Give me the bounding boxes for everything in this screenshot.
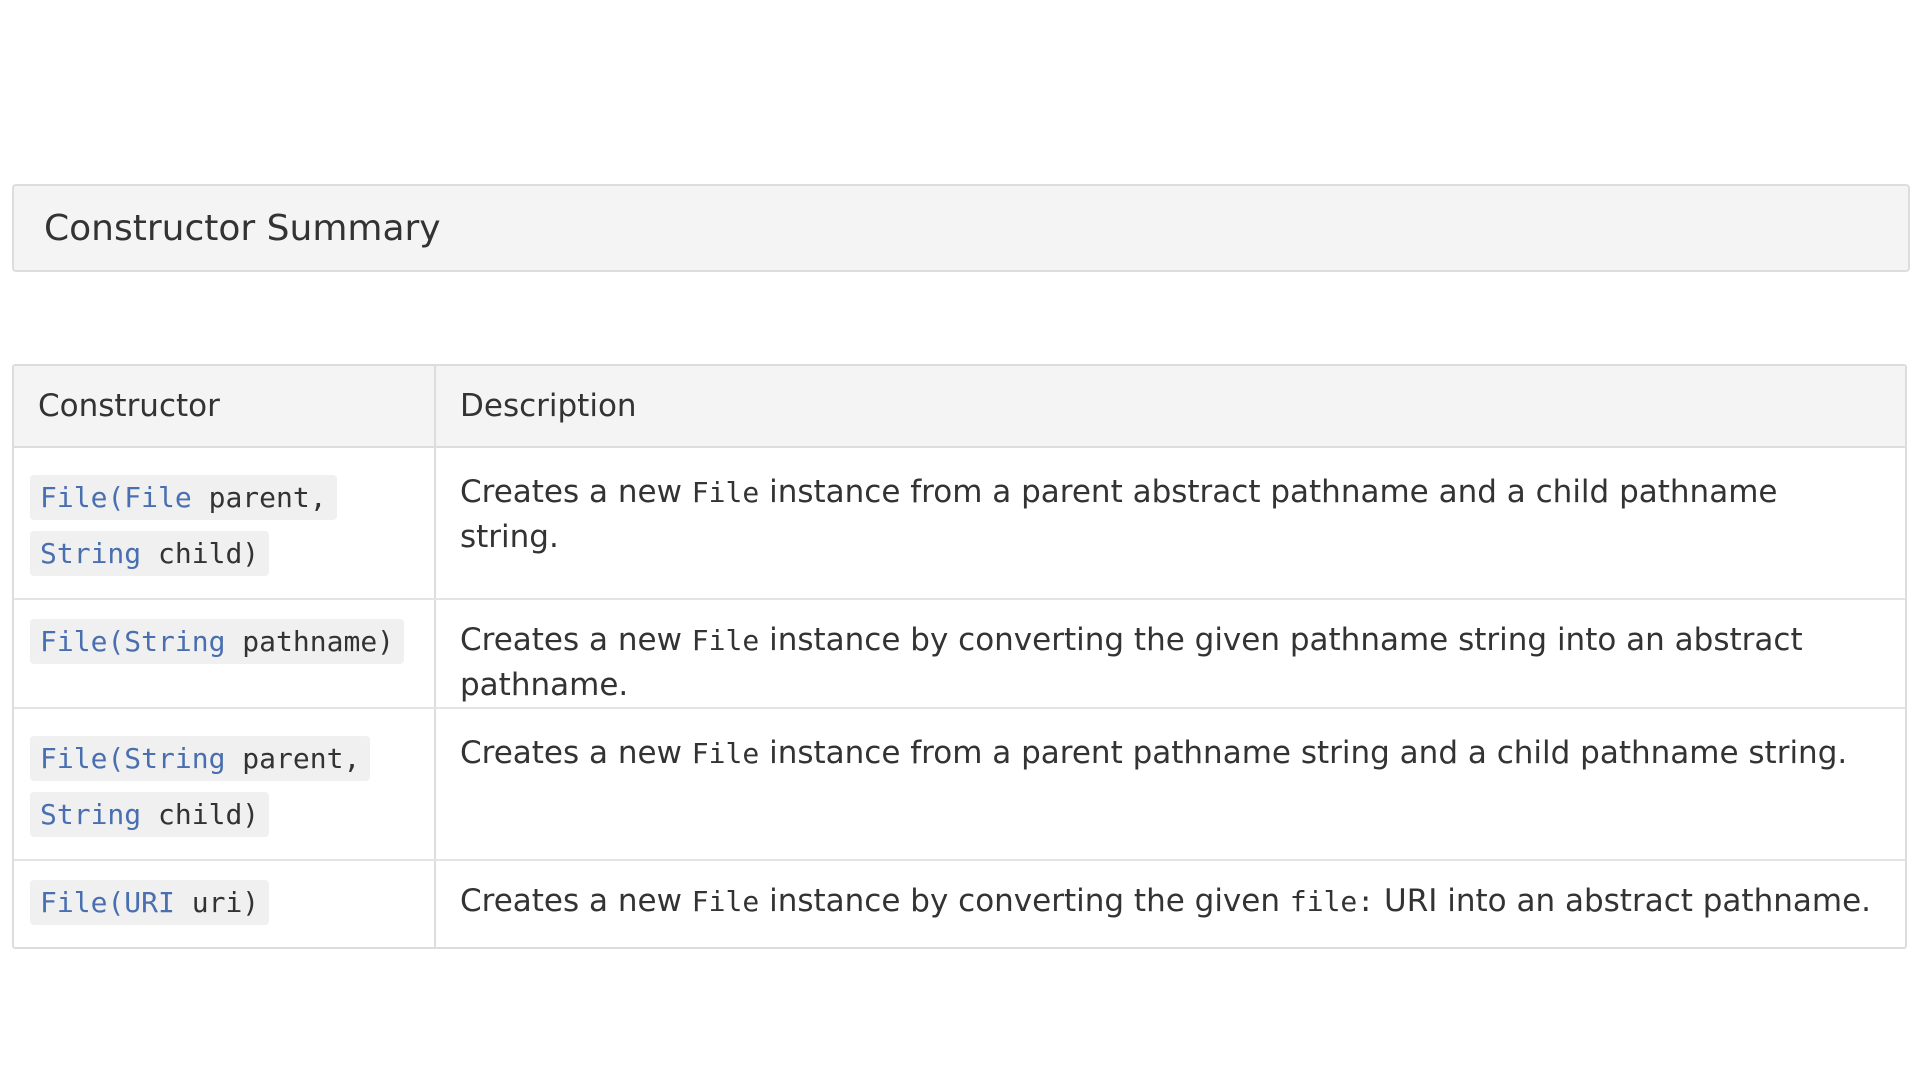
signature-token: parent, <box>208 481 327 514</box>
signature-token: parent, <box>242 742 361 775</box>
description-text: instance by converting the given <box>759 883 1290 919</box>
signature-token[interactable]: String <box>40 537 141 570</box>
description-text: Creates a new <box>460 883 692 919</box>
description-code: file: <box>1289 885 1375 918</box>
signature-token: ( <box>107 625 125 658</box>
description-text: instance from a parent pathname string a… <box>759 735 1848 771</box>
description-code: File <box>691 624 760 657</box>
table-header-row: Constructor Description <box>14 366 1905 448</box>
constructor-cell: File(File parent, String child) <box>14 447 436 600</box>
description-text: Creates a new <box>460 622 692 658</box>
table-row: File(URI uri) Creates a new File instanc… <box>14 860 1905 947</box>
description-code: File <box>691 737 760 770</box>
description-cell: Creates a new File instance from a paren… <box>435 708 1905 861</box>
description-code: File <box>691 885 760 918</box>
signature-token: pathname) <box>225 625 395 658</box>
column-header-constructor: Constructor <box>14 366 436 448</box>
description-cell: Creates a new File instance by convertin… <box>435 599 1905 709</box>
signature-token[interactable]: File <box>124 481 191 514</box>
signature-token: ( <box>107 886 125 919</box>
signature-token[interactable]: String <box>124 625 225 658</box>
signature-token: ( <box>107 481 125 514</box>
signature-token[interactable]: File <box>40 742 107 775</box>
signature-token[interactable]: File <box>40 886 107 919</box>
constructor-cell: File(URI uri) <box>14 860 436 947</box>
signature-token[interactable]: File <box>40 481 107 514</box>
column-header-description: Description <box>435 366 1905 448</box>
description-text: URI into an abstract pathname. <box>1374 883 1871 919</box>
signature-token[interactable]: String <box>40 798 141 831</box>
section-title: Constructor Summary <box>44 207 441 249</box>
constructor-signature-link[interactable]: File(String pathname) <box>30 619 405 664</box>
constructor-signature-link[interactable]: File(File parent, String child) <box>30 475 337 576</box>
signature-token: child) <box>141 798 260 831</box>
constructor-table-container: Constructor Description File(File parent… <box>12 364 1907 949</box>
description-cell: Creates a new File instance from a paren… <box>435 447 1905 600</box>
constructor-cell: File(String pathname) <box>14 599 436 709</box>
signature-token: ( <box>107 742 125 775</box>
description-text: Creates a new <box>460 735 692 771</box>
signature-token[interactable]: URI <box>124 886 175 919</box>
table-row: File(String pathname) Creates a new File… <box>14 599 1905 709</box>
signature-token: uri) <box>174 886 260 919</box>
description-cell: Creates a new File instance by convertin… <box>435 860 1905 947</box>
table-row: File(File parent, String child) Creates … <box>14 447 1905 600</box>
description-text: Creates a new <box>460 474 692 510</box>
constructor-summary-table: Constructor Description File(File parent… <box>14 366 1905 947</box>
constructor-summary-header: Constructor Summary <box>12 184 1910 272</box>
description-code: File <box>691 476 760 509</box>
signature-token[interactable]: String <box>124 742 225 775</box>
signature-token[interactable]: File <box>40 625 107 658</box>
constructor-cell: File(String parent, String child) <box>14 708 436 861</box>
constructor-signature-link[interactable]: File(URI uri) <box>30 880 270 925</box>
table-row: File(String parent, String child) Create… <box>14 708 1905 861</box>
signature-token: child) <box>141 537 260 570</box>
constructor-signature-link[interactable]: File(String parent, String child) <box>30 736 371 837</box>
